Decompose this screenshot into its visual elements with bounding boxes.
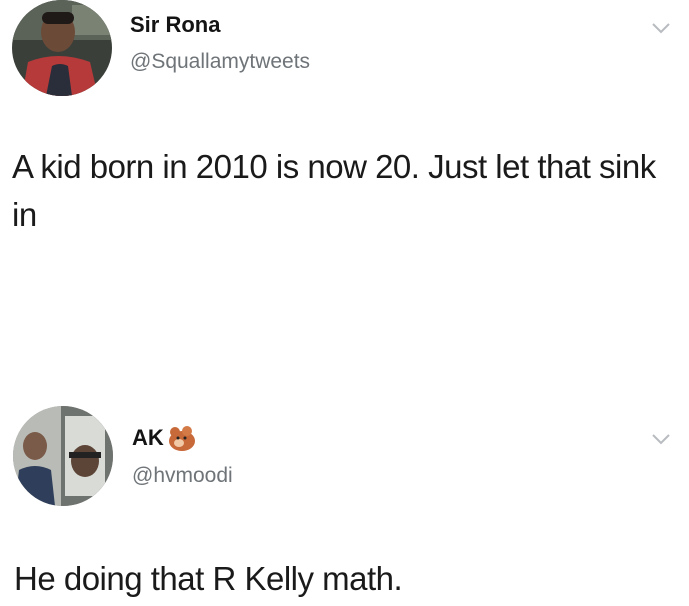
- display-name-text: AK: [132, 425, 164, 450]
- tweet-card-ak[interactable]: AK @hvmoodi He doing that R Kelly math.: [0, 395, 689, 606]
- chevron-down-icon[interactable]: [652, 22, 670, 34]
- user-avatar-photo-icon: [12, 0, 112, 96]
- username-handle[interactable]: @hvmoodi: [132, 464, 233, 488]
- hamster-emoji-icon: [167, 425, 197, 451]
- avatar[interactable]: [12, 0, 112, 96]
- chevron-down-icon[interactable]: [652, 433, 670, 445]
- tweet-text: He doing that R Kelly math.: [14, 560, 403, 597]
- avatar[interactable]: [13, 406, 113, 506]
- tweet-card-sir-rona[interactable]: Sir Rona @Squallamytweets A kid born in …: [0, 0, 689, 300]
- display-name[interactable]: Sir Rona: [130, 12, 220, 38]
- tweet-text: A kid born in 2010 is now 20. Just let t…: [12, 148, 656, 233]
- user-avatar-photo-icon: [13, 406, 113, 506]
- display-name[interactable]: AK: [132, 425, 197, 451]
- username-handle[interactable]: @Squallamytweets: [130, 50, 310, 74]
